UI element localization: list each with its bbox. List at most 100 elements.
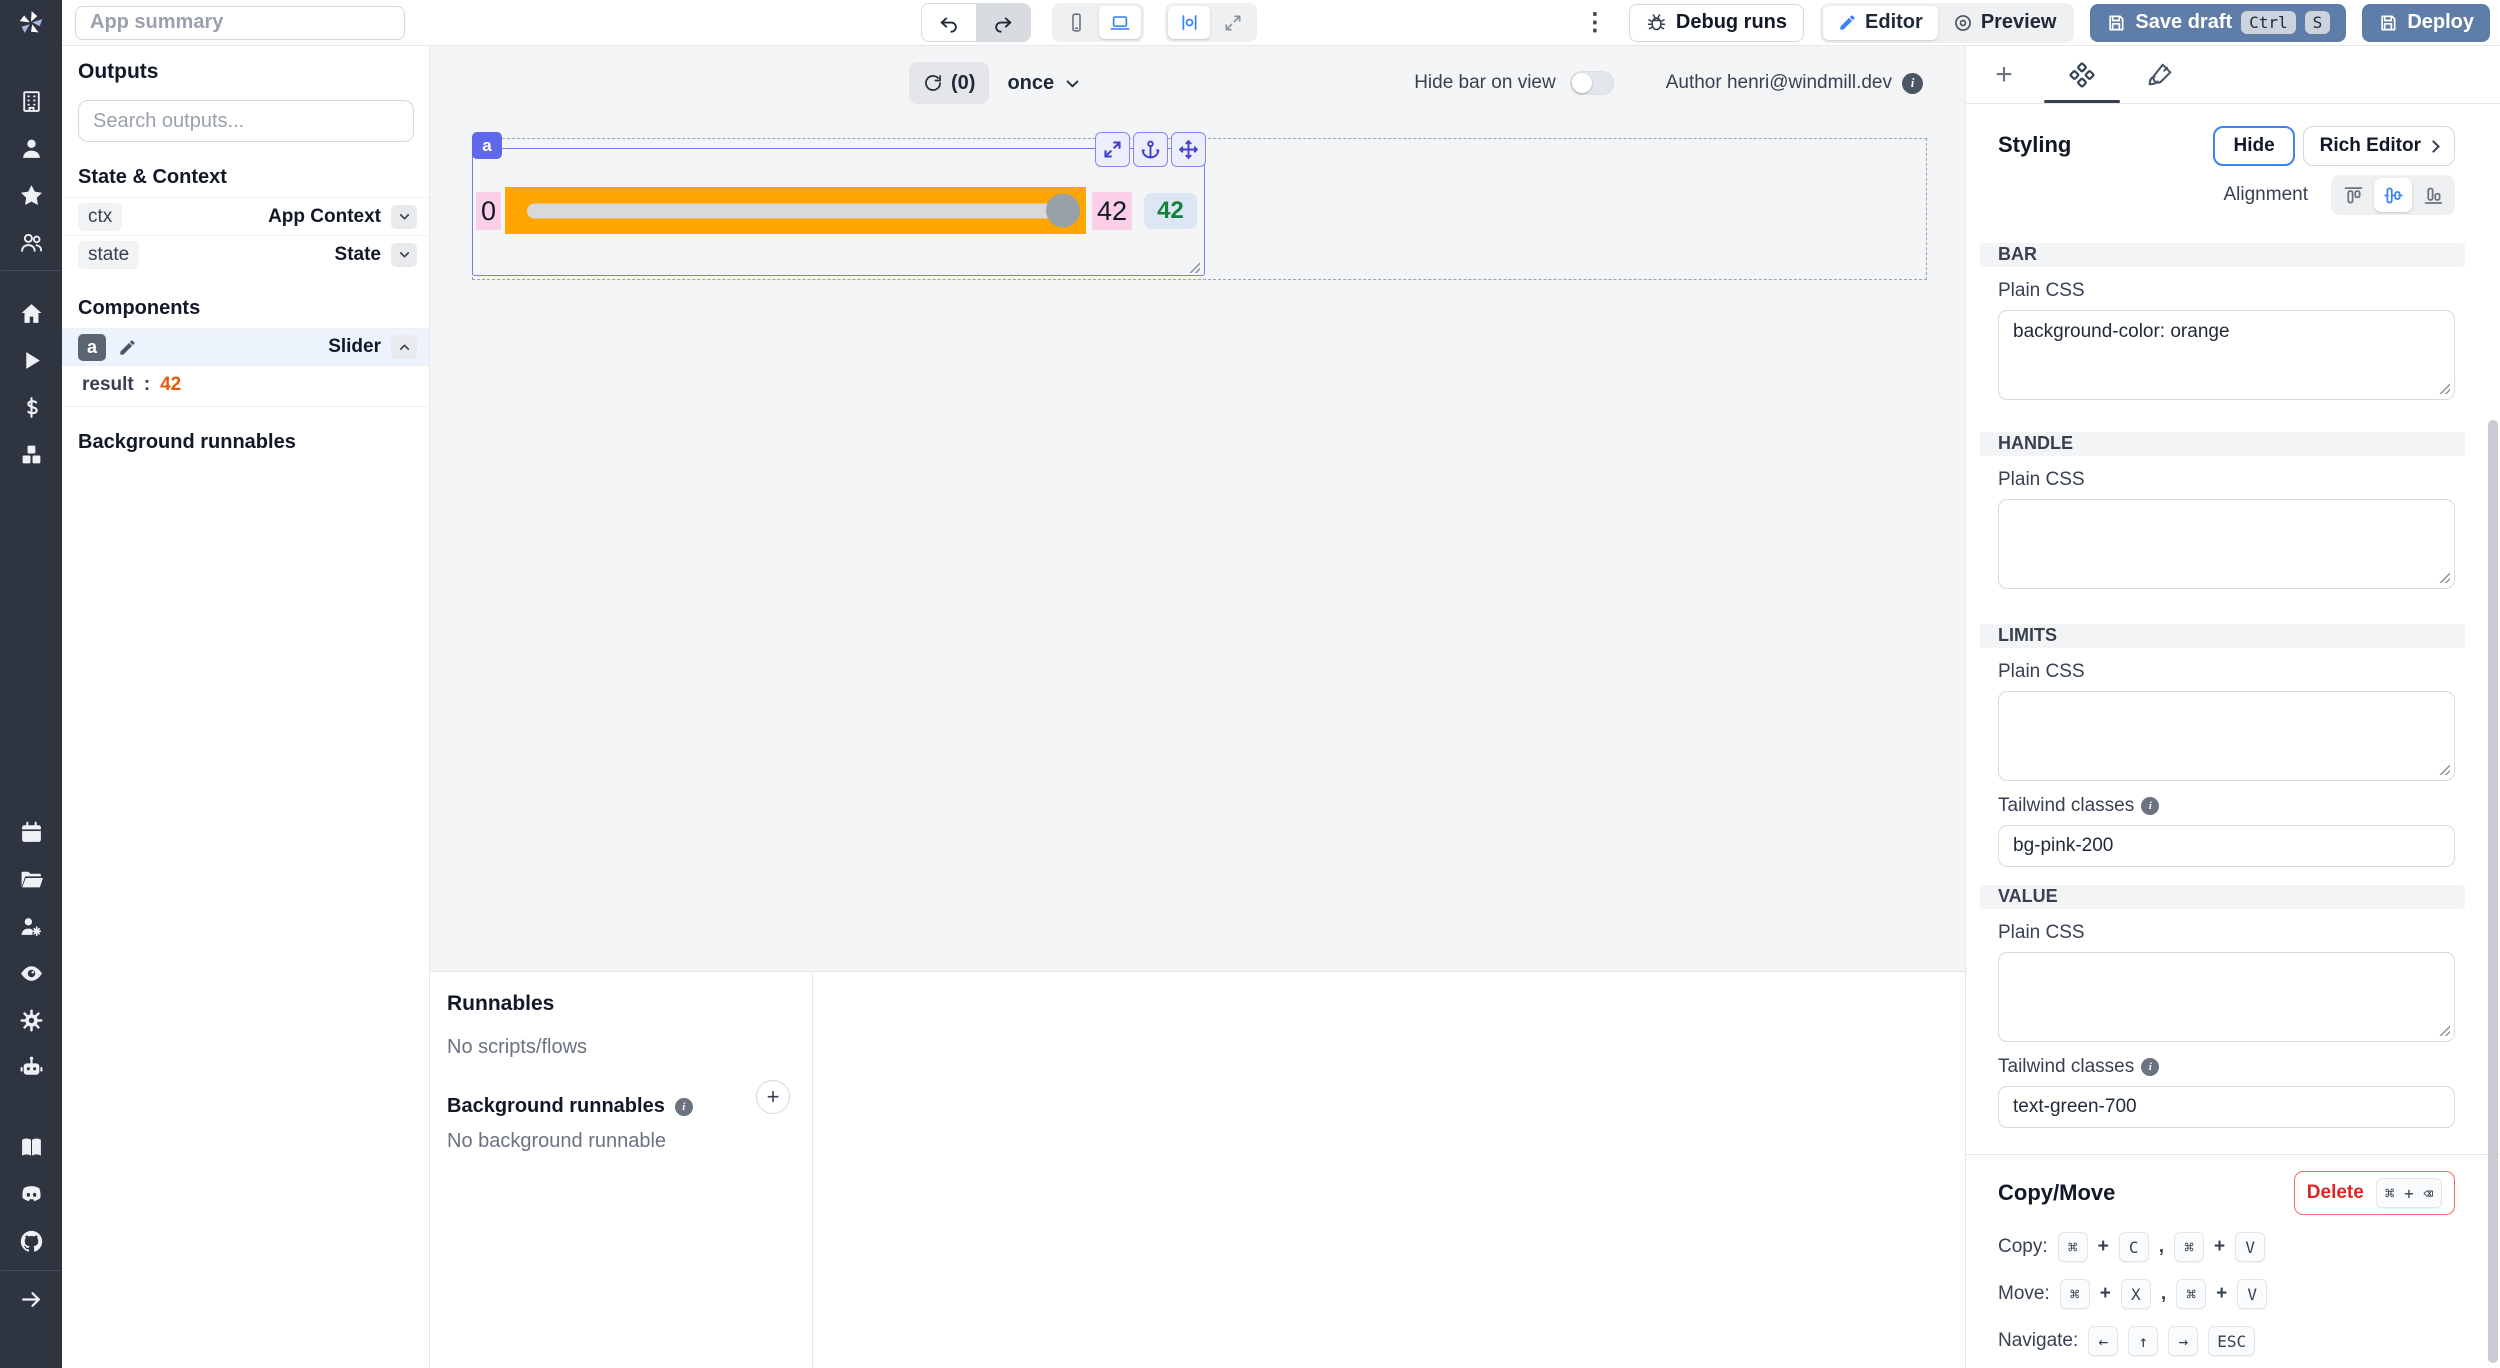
align-top-button[interactable] <box>2334 178 2372 212</box>
value-tailwind-input[interactable] <box>1998 1086 2455 1128</box>
more-options-kebab-icon[interactable]: ⋮ <box>1577 8 1613 37</box>
rich-editor-button[interactable]: Rich Editor <box>2303 126 2455 166</box>
favorites-star-icon[interactable] <box>16 180 46 210</box>
center-content-button[interactable] <box>1168 6 1210 39</box>
delete-component-button[interactable]: Delete ⌘ + ⌫ <box>2294 1171 2455 1215</box>
redo-button[interactable] <box>976 4 1030 41</box>
chevron-up-icon[interactable] <box>391 335 417 359</box>
move-icon <box>1178 139 1199 160</box>
output-row-ctx[interactable]: ctx App Context <box>62 197 429 235</box>
author-label: Author henri@windmill.dev <box>1666 72 1892 94</box>
tailwind-classes-label: Tailwind classes <box>1998 795 2134 817</box>
align-bottom-button[interactable] <box>2414 178 2452 212</box>
workspace-building-icon[interactable] <box>16 86 46 116</box>
recompute-button[interactable]: (0) <box>909 62 989 104</box>
resources-cubes-icon[interactable] <box>16 439 46 469</box>
plain-css-label: Plain CSS <box>1998 661 2455 683</box>
docs-book-icon[interactable] <box>16 1132 46 1162</box>
kbd-v: V <box>2237 1279 2267 1309</box>
tab-insert-component[interactable]: + <box>1988 46 2020 103</box>
runs-play-icon[interactable] <box>16 345 46 375</box>
hide-bar-label: Hide bar on view <box>1414 72 1556 94</box>
collapse-arrow-right-icon[interactable] <box>16 1284 46 1314</box>
background-runnables-title: Background runnables <box>62 431 429 454</box>
workers-cog-icon[interactable] <box>16 911 46 941</box>
ai-bot-icon[interactable] <box>16 1052 46 1082</box>
selected-slider-component[interactable]: a 0 <box>472 148 1205 276</box>
hide-bar-toggle[interactable] <box>1570 71 1614 95</box>
schedules-calendar-icon[interactable] <box>16 817 46 847</box>
deploy-button[interactable]: Deploy <box>2362 4 2490 42</box>
mobile-view-button[interactable] <box>1055 6 1097 39</box>
usage-dollar-icon[interactable] <box>16 392 46 422</box>
limits-plain-css-textarea[interactable] <box>1998 691 2455 781</box>
info-icon[interactable]: i <box>2141 1058 2159 1076</box>
audit-eye-icon[interactable] <box>16 958 46 988</box>
limits-tailwind-input[interactable] <box>1998 825 2455 867</box>
kbd-arrow-up: ↑ <box>2128 1326 2158 1356</box>
divider <box>1966 1154 2500 1155</box>
handle-plain-css-textarea[interactable] <box>1998 499 2455 589</box>
info-icon[interactable]: i <box>1902 73 1923 94</box>
panel-scrollbar[interactable] <box>2488 420 2498 1363</box>
tab-preview[interactable]: Preview <box>1938 6 2072 40</box>
github-icon[interactable] <box>16 1226 46 1256</box>
textarea-resize-icon[interactable] <box>2438 382 2450 394</box>
info-icon[interactable]: i <box>2141 797 2159 815</box>
tab-component-settings[interactable] <box>2066 46 2098 103</box>
section-header-value: VALUE <box>1980 885 2465 909</box>
edit-pencil-icon[interactable] <box>118 338 137 357</box>
slider-min-limit: 0 <box>476 192 501 230</box>
debug-runs-button[interactable]: Debug runs <box>1629 4 1804 42</box>
bar-plain-css-textarea[interactable]: background-color: orange <box>1998 310 2455 400</box>
kbd-cmd: ⌘ <box>2060 1279 2090 1309</box>
settings-gear-icon[interactable] <box>16 1005 46 1035</box>
info-icon[interactable]: i <box>675 1098 693 1116</box>
chevron-down-icon[interactable] <box>391 243 417 267</box>
tab-editor[interactable]: Editor <box>1823 6 1938 40</box>
resize-handle-icon[interactable] <box>1188 261 1200 273</box>
add-background-runnable-button[interactable]: + <box>756 1080 790 1114</box>
tab-styling-brush[interactable] <box>2144 46 2176 103</box>
textarea-resize-icon[interactable] <box>2438 571 2450 583</box>
output-row-state[interactable]: state State <box>62 235 429 273</box>
app-summary-input[interactable] <box>75 6 405 40</box>
home-icon[interactable] <box>16 298 46 328</box>
save-draft-button[interactable]: Save draft Ctrl S <box>2090 4 2346 42</box>
folders-icon[interactable] <box>16 864 46 894</box>
textarea-resize-icon[interactable] <box>2438 1024 2450 1036</box>
full-width-button[interactable] <box>1212 6 1254 39</box>
expand-component-button[interactable] <box>1095 132 1130 167</box>
groups-users-icon[interactable] <box>16 227 46 257</box>
undo-button[interactable] <box>922 4 976 41</box>
refresh-icon <box>923 73 943 93</box>
value-plain-css-textarea[interactable] <box>1998 952 2455 1042</box>
slider-handle[interactable] <box>1046 194 1080 228</box>
component-row-a[interactable]: a Slider <box>62 328 429 366</box>
align-center-button[interactable] <box>2374 178 2412 212</box>
result-row[interactable]: result : 42 <box>62 366 429 407</box>
shortcut-row-navigate: Navigate: ← ↑ → ESC <box>1998 1326 2455 1356</box>
app-canvas[interactable]: (0) once Hide bar on view <box>430 46 1965 971</box>
chevron-down-icon[interactable] <box>391 205 417 229</box>
kbd-ctrl: Ctrl <box>2241 11 2296 34</box>
search-outputs-input[interactable] <box>78 100 414 142</box>
move-component-button[interactable] <box>1171 132 1206 167</box>
hide-styling-button[interactable]: Hide <box>2213 126 2294 166</box>
topbar-right: ⋮ Debug runs Editor Preview <box>1577 3 2490 43</box>
anchor-component-button[interactable] <box>1133 132 1168 167</box>
kbd-cmd: ⌘ <box>2058 1232 2088 1262</box>
desktop-view-button[interactable] <box>1099 6 1141 39</box>
slider-track[interactable] <box>527 203 1078 218</box>
recompute-mode-dropdown[interactable]: once <box>1007 72 1081 95</box>
slider-bar[interactable] <box>505 187 1086 234</box>
kbd-x: X <box>2121 1279 2151 1309</box>
windmill-logo-icon[interactable] <box>0 0 62 46</box>
user-icon[interactable] <box>16 133 46 163</box>
windmill-app-editor: ⋮ Debug runs Editor Preview <box>0 0 2500 1368</box>
discord-icon[interactable] <box>16 1179 46 1209</box>
state-badge: state <box>78 241 139 269</box>
section-header-limits: LIMITS <box>1980 624 2465 648</box>
kbd-v: V <box>2235 1232 2265 1262</box>
textarea-resize-icon[interactable] <box>2438 763 2450 775</box>
